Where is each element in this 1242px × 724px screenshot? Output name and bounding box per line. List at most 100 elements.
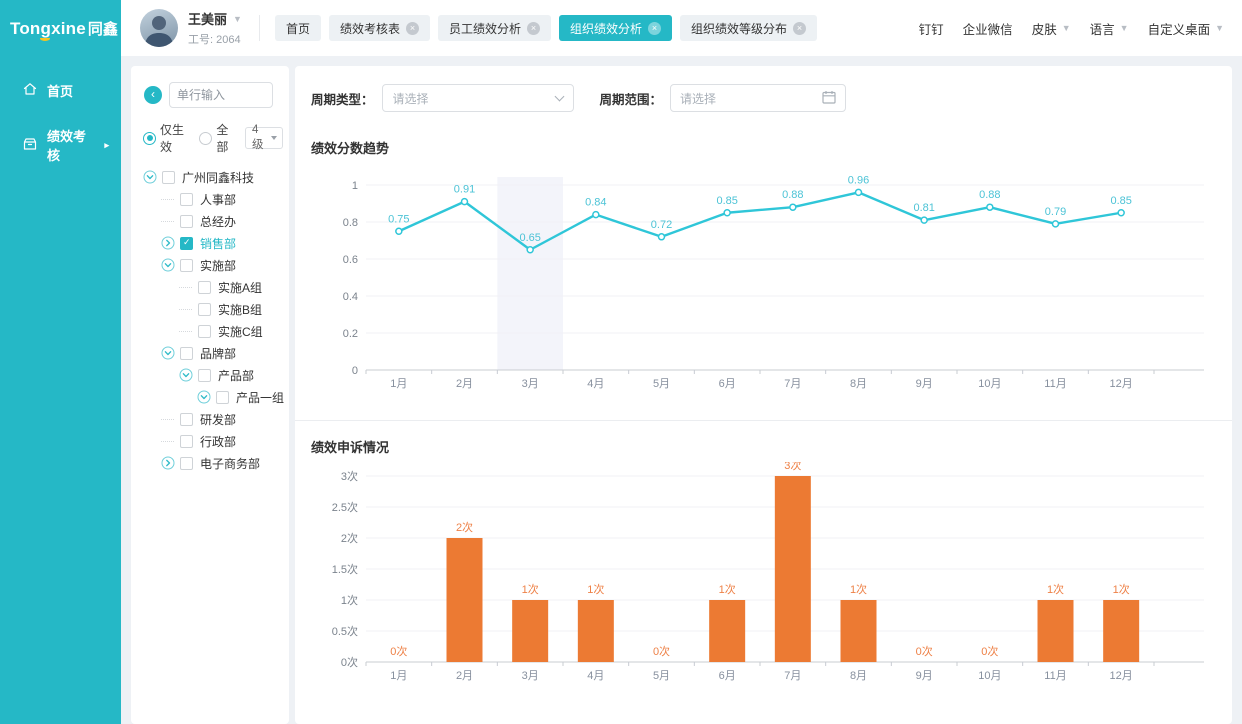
bar-chart-title: 绩效申诉情况 [311,437,1216,456]
tree-checkbox[interactable] [180,435,193,448]
chevron-down-icon [271,136,277,140]
chevron-down-icon [554,92,564,102]
tree-item[interactable]: 实施部 [131,254,289,276]
tree-expand-icon[interactable] [161,456,175,470]
tree-item-label: 实施部 [200,257,236,274]
svg-text:0次: 0次 [390,644,407,658]
tree-checkbox[interactable] [198,369,211,382]
svg-text:2次: 2次 [456,520,473,534]
tree-checkbox[interactable] [198,303,211,316]
data-point-marker [462,199,468,205]
data-point-marker [1053,221,1059,227]
svg-text:12月: 12月 [1110,378,1133,390]
tree-collapse-icon[interactable] [143,170,157,184]
tree-connector-line [161,199,174,200]
collapse-panel-button[interactable]: ‹ [144,86,162,104]
tree-search-input[interactable] [169,82,273,108]
tab[interactable]: 绩效考核表× [329,15,430,41]
svg-text:0.79: 0.79 [1045,206,1066,218]
app-logo: Tongxine同鑫 [0,0,121,56]
tree-item[interactable]: 销售部 [131,232,289,254]
tree-checkbox[interactable] [180,193,193,206]
sidebar-item-label: 绩效考核 [47,126,95,164]
tree-checkbox[interactable] [162,171,175,184]
tree-item[interactable]: 产品一组 [131,386,289,408]
tab[interactable]: 组织绩效分析 × [559,15,672,41]
svg-text:6月: 6月 [719,378,736,390]
user-name[interactable]: 王美丽 ▼ [188,9,242,28]
tree-item-label: 行政部 [200,433,236,450]
user-employee-id: 工号: 2064 [188,31,242,47]
bar [1103,600,1139,662]
tree-checkbox[interactable] [180,413,193,426]
header-divider [259,15,260,41]
header-action[interactable]: 皮肤▼ [1032,19,1071,38]
tree-item[interactable]: 总经办 [131,210,289,232]
logo-text-cn: 同鑫 [88,18,118,39]
header-action[interactable]: 语言▼ [1090,19,1129,38]
tree-checkbox[interactable] [180,237,193,250]
tab[interactable]: 首页 [275,15,321,41]
radio-all[interactable] [199,132,212,145]
hover-highlight-band [497,177,563,370]
home-icon [22,81,38,100]
org-tree: 广州同鑫科技人事部总经办销售部实施部实施A组实施B组实施C组品牌部产品部产品一组… [131,166,289,474]
svg-text:0.84: 0.84 [585,197,606,209]
svg-text:3次: 3次 [784,462,801,472]
tab-close-icon[interactable]: × [793,22,806,35]
tab-close-icon[interactable]: × [527,22,540,35]
tree-connector-line [179,287,192,288]
svg-text:4月: 4月 [587,378,604,390]
tree-checkbox[interactable] [198,325,211,338]
tree-item[interactable]: 实施B组 [131,298,289,320]
tree-expand-icon[interactable] [161,236,175,250]
section-divider [295,420,1232,421]
tab[interactable]: 员工绩效分析× [438,15,551,41]
tree-item[interactable]: 产品部 [131,364,289,386]
tab-close-icon[interactable]: × [406,22,419,35]
tree-collapse-icon[interactable] [161,346,175,360]
svg-text:0次: 0次 [653,644,670,658]
tree-collapse-icon[interactable] [179,368,193,382]
tree-checkbox[interactable] [198,281,211,294]
cycle-type-select[interactable]: 请选择 [382,84,574,112]
tree-item[interactable]: 实施A组 [131,276,289,298]
tree-connector-line [161,221,174,222]
svg-text:9月: 9月 [916,378,933,390]
analysis-panel: 周期类型： 请选择 周期范围： 请选择 绩效分数趋势 00.20.40.60.8… [295,66,1232,724]
tree-checkbox[interactable] [180,259,193,272]
chevron-down-icon: ▼ [1062,23,1071,33]
svg-text:0.85: 0.85 [1110,195,1131,207]
tree-checkbox[interactable] [180,347,193,360]
header-action-label: 语言 [1090,19,1115,38]
user-avatar[interactable] [140,9,178,47]
sidebar-item-performance[interactable]: 绩效考核 ▸ [0,113,121,177]
tree-checkbox[interactable] [180,215,193,228]
tree-item[interactable]: 品牌部 [131,342,289,364]
tree-checkbox[interactable] [216,391,229,404]
tab-label: 组织绩效分析 [570,20,642,37]
level-select[interactable]: 4级 [245,127,283,149]
tree-item[interactable]: 研发部 [131,408,289,430]
radio-active-only[interactable] [143,132,156,145]
tree-checkbox[interactable] [180,457,193,470]
tree-collapse-icon[interactable] [197,390,211,404]
org-tree-panel: ‹ 仅生效 全部 4级 广州同鑫科技人事部总经办销售部实施部实施A组实施B组实施… [131,66,289,724]
tree-item[interactable]: 行政部 [131,430,289,452]
logo-smile-mark [40,36,50,41]
sidebar-item-home[interactable]: 首页 [0,68,121,113]
svg-text:1次: 1次 [719,582,736,596]
svg-text:2月: 2月 [456,670,473,682]
header-action[interactable]: 自定义桌面▼ [1148,19,1224,38]
svg-text:0.6: 0.6 [343,254,358,266]
tree-item[interactable]: 人事部 [131,188,289,210]
tree-collapse-icon[interactable] [161,258,175,272]
tree-item[interactable]: 广州同鑫科技 [131,166,289,188]
header-action[interactable]: 钉钉 [919,19,944,38]
tab[interactable]: 组织绩效等级分布× [680,15,817,41]
cycle-range-datepicker[interactable]: 请选择 [670,84,846,112]
tree-item[interactable]: 实施C组 [131,320,289,342]
tab-close-icon[interactable]: × [648,22,661,35]
tree-item[interactable]: 电子商务部 [131,452,289,474]
header-action[interactable]: 企业微信 [963,19,1013,38]
